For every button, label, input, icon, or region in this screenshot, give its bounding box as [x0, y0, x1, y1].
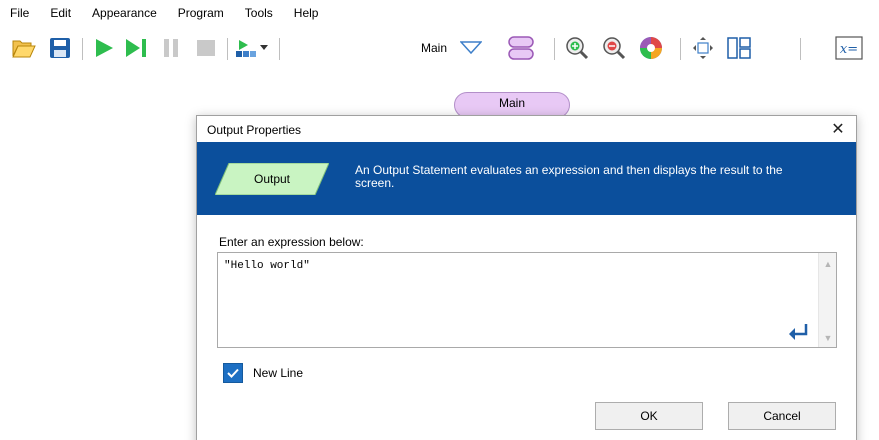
output-shape-icon: Output	[215, 163, 329, 195]
enter-icon	[789, 324, 808, 340]
ok-button[interactable]: OK	[595, 402, 703, 430]
new-line-checkbox[interactable]	[223, 363, 243, 383]
expression-icon-text: x=	[840, 42, 858, 57]
stop-icon[interactable]	[192, 30, 220, 66]
expression-icon[interactable]: x=	[834, 30, 864, 66]
dialog-banner: Output An Output Statement evaluates an …	[197, 142, 856, 215]
open-folder-icon[interactable]	[10, 30, 38, 66]
variables-panel-icon[interactable]	[724, 30, 754, 66]
toolbar-separator	[279, 38, 280, 60]
toolbar-separator	[800, 38, 801, 60]
scroll-up-icon[interactable]: ▲	[822, 259, 834, 269]
cancel-button[interactable]: Cancel	[728, 402, 836, 430]
layout-icon[interactable]	[506, 30, 536, 66]
pause-icon[interactable]	[157, 30, 185, 66]
output-properties-dialog: Output Properties ✕ Output An Output Sta…	[196, 115, 857, 440]
expression-scrollbar[interactable]: ▲ ▼	[818, 253, 836, 347]
toolbar-separator	[554, 38, 555, 60]
speed-icon[interactable]	[234, 30, 258, 66]
dialog-title: Output Properties	[207, 123, 302, 137]
menu-appearance[interactable]: Appearance	[92, 6, 157, 20]
menu-program[interactable]: Program	[178, 6, 224, 20]
new-line-label: New Line	[253, 366, 304, 380]
dialog-titlebar[interactable]: Output Properties ✕	[197, 116, 856, 142]
dropdown-icon[interactable]	[258, 30, 270, 66]
close-icon[interactable]: ✕	[828, 119, 848, 139]
toolbar-separator	[82, 38, 83, 60]
save-icon[interactable]	[46, 30, 74, 66]
color-wheel-icon[interactable]	[636, 30, 666, 66]
menu-tools[interactable]: Tools	[245, 6, 273, 20]
subchart-label: Main	[420, 41, 447, 55]
zoom-in-icon[interactable]	[562, 30, 592, 66]
expression-input[interactable]: "Hello world" ▲ ▼	[217, 252, 837, 348]
expand-icon[interactable]	[688, 30, 718, 66]
subchart-selector[interactable]: Main	[416, 30, 452, 66]
menu-bar: File Edit Appearance Program Tools Help	[0, 0, 879, 26]
menu-edit[interactable]: Edit	[50, 6, 71, 20]
toolbar-separator	[680, 38, 681, 60]
subchart-dropdown-icon[interactable]	[458, 30, 484, 66]
menu-file[interactable]: File	[10, 6, 29, 20]
toolbar-separator	[227, 38, 228, 60]
banner-description: An Output Statement evaluates an express…	[355, 163, 783, 190]
toolbar: Main x=	[0, 30, 879, 66]
menu-help[interactable]: Help	[294, 6, 319, 20]
expression-prompt: Enter an expression below:	[219, 235, 364, 249]
step-icon[interactable]	[122, 30, 150, 66]
output-shape-label: Output	[253, 172, 291, 186]
zoom-out-icon[interactable]	[599, 30, 629, 66]
scroll-down-icon[interactable]: ▼	[822, 333, 834, 343]
checkmark-icon	[227, 368, 239, 378]
expand-icon-hidden	[285, 30, 313, 66]
expression-value: "Hello world"	[224, 260, 310, 272]
new-line-option[interactable]: New Line	[223, 363, 303, 383]
run-icon[interactable]	[90, 30, 118, 66]
